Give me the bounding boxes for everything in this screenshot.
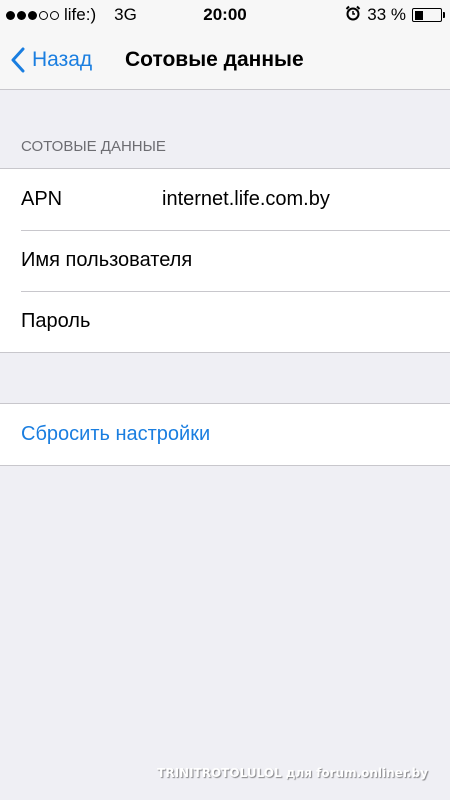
navigation-bar: Назад Сотовые данные (0, 30, 450, 90)
carrier-name: life:) (64, 5, 97, 24)
reset-settings-label: Сбросить настройки (21, 423, 211, 445)
cellular-data-group: APN internet.life.com.by Имя пользовател… (0, 168, 450, 353)
apn-field[interactable]: internet.life.com.by (162, 188, 330, 211)
apn-label: APN (21, 188, 63, 210)
username-row[interactable]: Имя пользователя (0, 230, 450, 291)
signal-dot (50, 10, 59, 20)
chevron-left-icon (11, 47, 25, 73)
username-label: Имя пользователя (21, 249, 193, 271)
password-label: Пароль (21, 310, 91, 332)
status-left: life:) 3G (6, 0, 137, 30)
password-row[interactable]: Пароль (0, 291, 450, 352)
signal-dot (17, 10, 26, 20)
page-title: Сотовые данные (125, 48, 304, 71)
reset-group: Сбросить настройки (0, 403, 450, 466)
status-right: 33 % (345, 0, 445, 30)
signal-dot (39, 10, 48, 20)
signal-strength-icon (6, 10, 59, 20)
apn-row[interactable]: APN internet.life.com.by (0, 169, 450, 230)
signal-dot (28, 10, 37, 20)
battery-percent: 33 % (367, 5, 406, 24)
network-type: 3G (114, 5, 137, 24)
battery-level (414, 10, 423, 20)
back-button[interactable]: Назад (10, 30, 92, 90)
watermark: TRINITROTOLULOL для forum.onliner.by (157, 766, 428, 780)
back-label: Назад (32, 48, 93, 71)
battery-icon (412, 8, 445, 22)
reset-settings-button[interactable]: Сбросить настройки (0, 404, 450, 465)
section-header: СОТОВЫЕ ДАННЫЕ (21, 138, 166, 155)
status-bar: life:) 3G 20:00 33 % (0, 0, 450, 30)
signal-dot (6, 10, 15, 20)
alarm-icon (345, 5, 361, 26)
